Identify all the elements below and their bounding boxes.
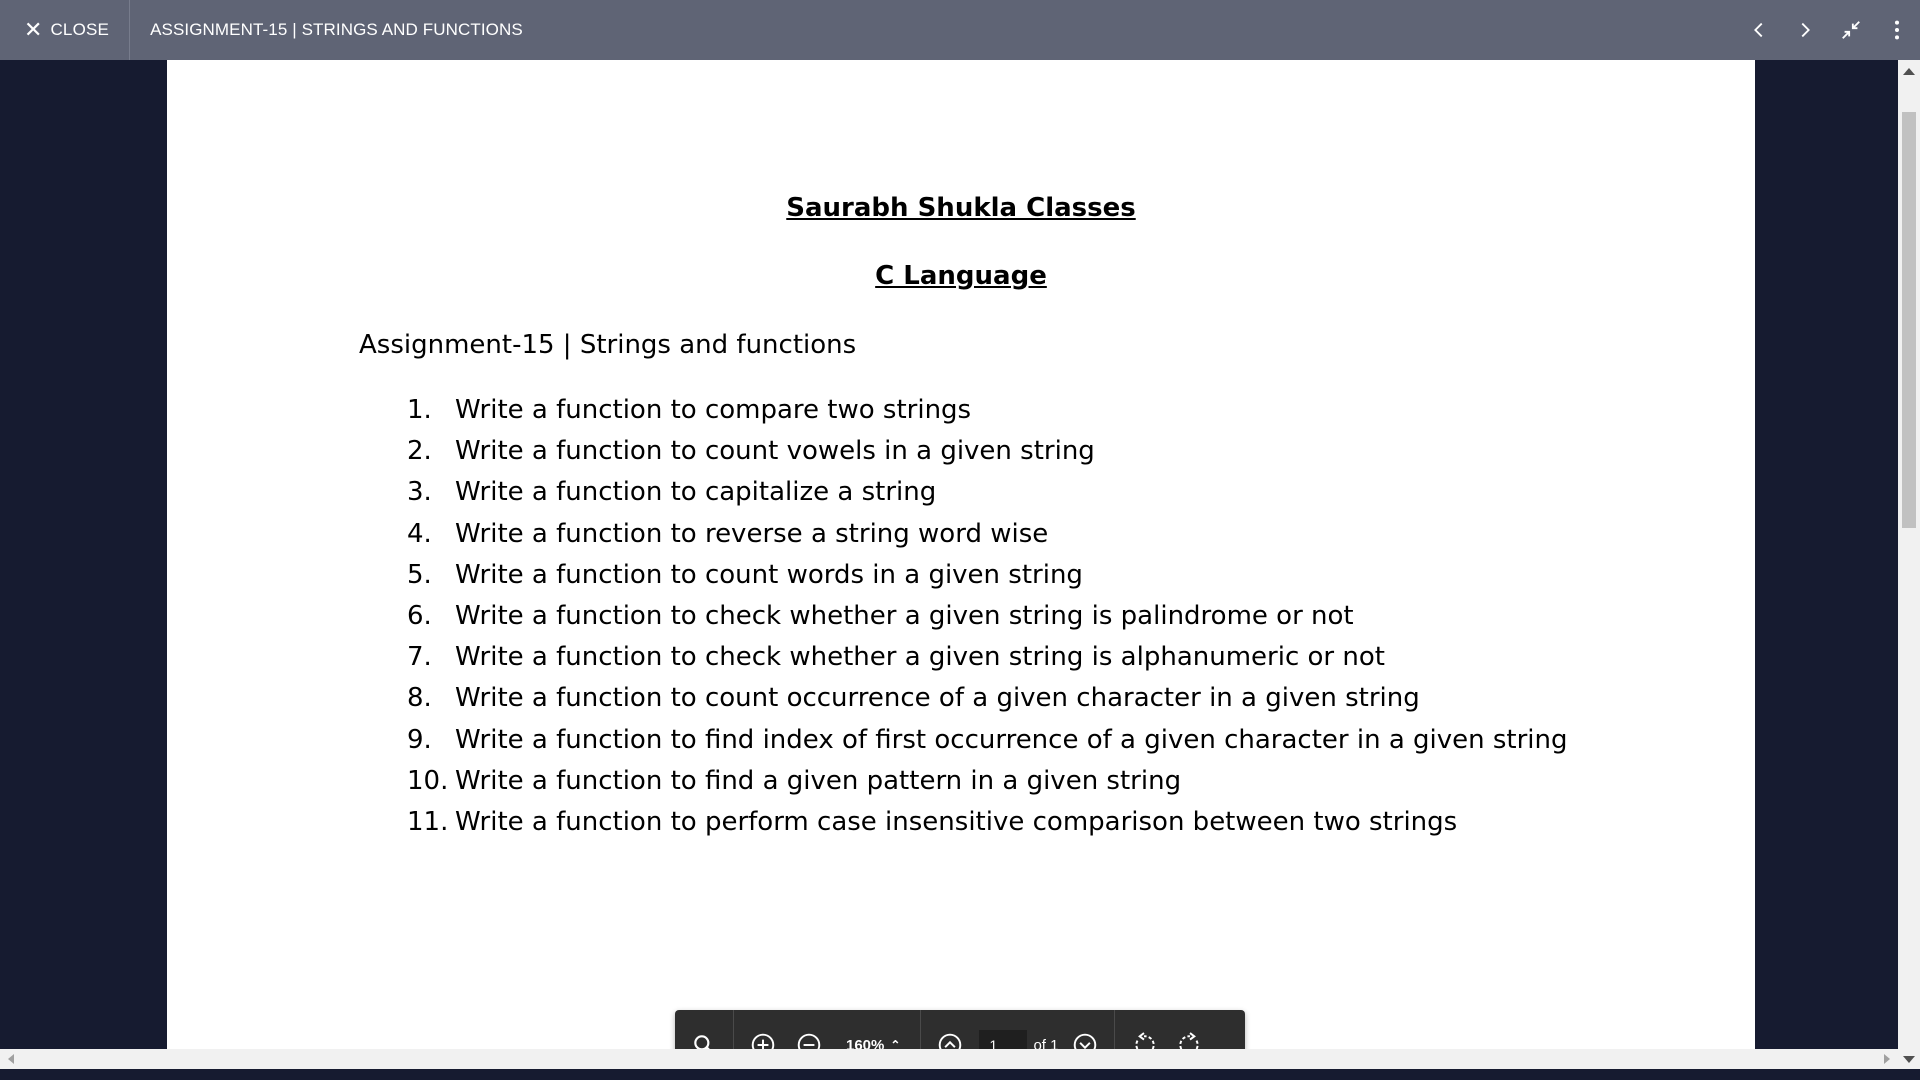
- list-item: 8. Write a function to count occurrence o…: [407, 683, 1568, 724]
- item-number: 3.: [407, 477, 432, 508]
- document-heading: Saurabh Shukla Classes: [786, 193, 1136, 223]
- horizontal-scrollbar[interactable]: [0, 1049, 1898, 1069]
- more-options-button[interactable]: [1874, 0, 1920, 60]
- close-label: CLOSE: [50, 20, 110, 39]
- item-text: Write a function to capitalize a string: [455, 477, 937, 508]
- document-viewer[interactable]: Saurabh Shukla Classes C Language Assign…: [0, 60, 1920, 1080]
- assignment-title: Assignment-15 | Strings and functions: [359, 330, 857, 360]
- chevron-right-icon: [1801, 22, 1810, 38]
- item-text: Write a function to count words in a giv…: [455, 559, 1083, 590]
- item-text: Write a function to count occurrence of …: [455, 683, 1420, 714]
- vertical-scrollbar[interactable]: [1898, 60, 1920, 1069]
- scroll-left-arrow-icon[interactable]: [8, 1054, 14, 1064]
- previous-button[interactable]: [1736, 0, 1782, 60]
- list-item: 6. Write a function to check whether a gi…: [407, 601, 1568, 642]
- question-list: 1. Write a function to compare two string…: [407, 395, 1568, 848]
- viewer-header: ✕ CLOSE ASSIGNMENT-15 | STRINGS AND FUNC…: [0, 0, 1920, 60]
- list-item: 2. Write a function to count vowels in a …: [407, 436, 1568, 477]
- scroll-right-arrow-icon[interactable]: [1884, 1054, 1890, 1064]
- list-item: 10. Write a function to find a given patt…: [407, 766, 1568, 807]
- list-item: 7. Write a function to check whether a gi…: [407, 642, 1568, 683]
- collapse-icon: [1842, 21, 1860, 39]
- item-number: 5.: [407, 559, 432, 590]
- item-text: Write a function to count vowels in a gi…: [455, 436, 1095, 467]
- item-text: Write a function to compare two strings: [455, 395, 972, 425]
- item-number: 10.: [407, 765, 449, 796]
- document-page: Saurabh Shukla Classes C Language Assign…: [167, 60, 1755, 1049]
- list-item: 3. Write a function to capitalize a strin…: [407, 477, 1568, 518]
- document-subheading: C Language: [875, 261, 1047, 291]
- close-button[interactable]: ✕ CLOSE: [0, 0, 131, 60]
- item-text: Write a function to find a given pattern…: [455, 765, 1182, 796]
- chevron-left-icon: [1754, 22, 1763, 38]
- item-number: 8.: [407, 683, 432, 714]
- item-number: 1.: [407, 395, 432, 425]
- item-text: Write a function to check whether a give…: [455, 600, 1354, 631]
- list-item: 9. Write a function to find index of firs…: [407, 725, 1568, 766]
- header-actions: [1736, 0, 1920, 60]
- list-item: 11. Write a function to perform case inse…: [407, 807, 1568, 848]
- list-item: 1. Write a function to compare two string…: [407, 395, 1568, 436]
- item-number: 9.: [407, 724, 432, 755]
- bottom-strip: [0, 1069, 1920, 1080]
- more-vertical-icon: [1894, 20, 1900, 40]
- item-text: Write a function to reverse a string wor…: [455, 518, 1049, 549]
- item-text: Write a function to check whether a give…: [455, 642, 1385, 673]
- item-number: 11.: [407, 806, 449, 837]
- list-item: 5. Write a function to count words in a g…: [407, 560, 1568, 601]
- document-title: ASSIGNMENT-15 | STRINGS AND FUNCTIONS: [150, 20, 523, 39]
- scroll-up-arrow-icon[interactable]: [1903, 68, 1915, 75]
- item-number: 6.: [407, 600, 432, 631]
- item-text: Write a function to find index of first …: [455, 724, 1568, 755]
- item-text: Write a function to perform case insensi…: [455, 806, 1458, 837]
- scrollbar-thumb[interactable]: [1902, 112, 1916, 528]
- next-button[interactable]: [1782, 0, 1828, 60]
- list-item: 4. Write a function to reverse a string w…: [407, 519, 1568, 560]
- item-number: 7.: [407, 642, 432, 673]
- exit-fullscreen-button[interactable]: [1828, 0, 1874, 60]
- item-number: 2.: [407, 436, 432, 467]
- close-icon: ✕: [24, 17, 43, 42]
- item-number: 4.: [407, 518, 432, 549]
- scroll-down-arrow-icon[interactable]: [1903, 1056, 1915, 1063]
